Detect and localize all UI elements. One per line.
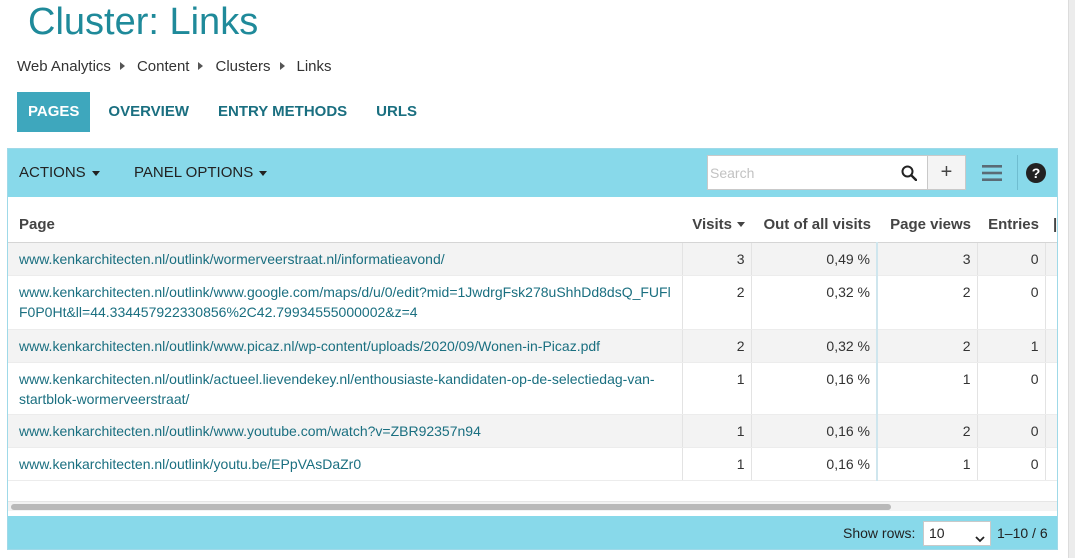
entries-cell: 1 [976, 329, 1045, 363]
breadcrumb-separator-icon [279, 62, 285, 70]
tab-bar: PAGES OVERVIEW ENTRY METHODS URLS [17, 92, 435, 132]
breadcrumb-separator-icon [119, 62, 125, 70]
table-row[interactable]: www.kenkarchitecten.nl/outlink/www.youtu… [8, 414, 1057, 448]
table-row[interactable]: www.kenkarchitecten.nl/outlink/actueel.l… [8, 362, 1057, 415]
search-input[interactable] [708, 156, 894, 189]
entries-cell: 0 [976, 362, 1045, 415]
search-icon[interactable] [901, 165, 918, 182]
breadcrumb-item-current: Links [296, 57, 332, 75]
breadcrumb-item[interactable]: Web Analytics [17, 58, 111, 75]
page-link[interactable]: www.kenkarchitecten.nl/outlink/www.youtu… [19, 423, 481, 439]
tab-overview[interactable]: OVERVIEW [97, 92, 200, 132]
actions-label: ACTIONS [19, 164, 86, 181]
breadcrumb-item[interactable]: Clusters [215, 58, 270, 75]
sort-desc-icon [737, 222, 745, 228]
entries-cell: 0 [976, 447, 1045, 481]
table-row[interactable]: www.kenkarchitecten.nl/outlink/wormervee… [8, 242, 1057, 276]
page-views-cell: 3 [876, 242, 977, 276]
panel-options-menu-button[interactable]: PANEL OPTIONS [134, 149, 268, 197]
tab-pages[interactable]: PAGES [17, 92, 91, 132]
show-rows-label: Show rows: [843, 525, 916, 541]
page-link[interactable]: www.kenkarchitecten.nl/outlink/youtu.be/… [19, 456, 361, 472]
page-cell: www.kenkarchitecten.nl/outlink/actueel.l… [8, 362, 682, 415]
panel-footer: Show rows: 10 1–10 / 6 [8, 516, 1057, 549]
share-cell: 0,16 % [750, 447, 877, 481]
visits-cell: 2 [681, 275, 751, 330]
share-cell: 0,32 % [750, 329, 877, 363]
column-header-truncated: | [1045, 207, 1057, 243]
svg-text:?: ? [1032, 165, 1041, 181]
overflow-cell [1044, 447, 1057, 481]
pagination-range: 1–10 / 6 [997, 525, 1048, 541]
chevron-down-icon [975, 528, 985, 543]
overflow-cell [1044, 362, 1057, 415]
help-icon[interactable]: ? [1025, 162, 1047, 184]
tab-entry-methods[interactable]: ENTRY METHODS [207, 92, 358, 132]
page-title: Cluster: Links [28, 1, 259, 43]
breadcrumb-separator-icon [198, 62, 204, 70]
panel-toolbar: ACTIONS PANEL OPTIONS + [8, 149, 1057, 197]
column-header-page-views[interactable]: Page views [877, 207, 977, 243]
page-link[interactable]: www.kenkarchitecten.nl/outlink/www.picaz… [19, 338, 600, 354]
rows-per-page-select[interactable]: 10 [923, 521, 991, 546]
share-cell: 0,16 % [750, 414, 877, 448]
page-views-cell: 2 [876, 414, 977, 448]
visits-cell: 1 [681, 362, 751, 415]
page-cell: www.kenkarchitecten.nl/outlink/www.picaz… [8, 329, 682, 363]
tab-urls[interactable]: URLS [365, 92, 428, 132]
page-link[interactable]: www.kenkarchitecten.nl/outlink/actueel.l… [19, 371, 655, 407]
pages-table: Page Visits Out of all visits Page views… [8, 207, 1057, 481]
table-row[interactable]: www.kenkarchitecten.nl/outlink/www.picaz… [8, 329, 1057, 363]
table-header-row: Page Visits Out of all visits Page views… [8, 207, 1057, 243]
list-icon[interactable] [980, 162, 1004, 184]
column-header-visits[interactable]: Visits [682, 207, 751, 243]
share-cell: 0,49 % [750, 242, 877, 276]
column-header-page[interactable]: Page [8, 207, 682, 243]
page-cell: www.kenkarchitecten.nl/outlink/www.youtu… [8, 414, 682, 448]
caret-down-icon [259, 170, 268, 176]
entries-cell: 0 [976, 414, 1045, 448]
breadcrumb: Web Analytics Content Clusters Links [17, 56, 332, 76]
scrollbar-thumb[interactable] [11, 504, 891, 510]
visits-cell: 1 [681, 414, 751, 448]
overflow-cell [1044, 329, 1057, 363]
window-scrollbar[interactable] [1068, 0, 1075, 558]
page-views-cell: 1 [876, 447, 977, 481]
breadcrumb-item[interactable]: Content [137, 58, 190, 75]
entries-cell: 0 [976, 275, 1045, 330]
panel-options-label: PANEL OPTIONS [134, 164, 254, 181]
visits-cell: 3 [681, 242, 751, 276]
page-views-cell: 1 [876, 362, 977, 415]
table-row[interactable]: www.kenkarchitecten.nl/outlink/youtu.be/… [8, 447, 1057, 481]
rows-per-page-value: 10 [929, 525, 945, 541]
page-cell: www.kenkarchitecten.nl/outlink/www.googl… [8, 275, 682, 330]
toolbar-divider [1017, 155, 1018, 190]
table-row[interactable]: www.kenkarchitecten.nl/outlink/www.googl… [8, 275, 1057, 330]
visits-cell: 1 [681, 447, 751, 481]
page-views-cell: 2 [876, 329, 977, 363]
page-cell: www.kenkarchitecten.nl/outlink/youtu.be/… [8, 447, 682, 481]
overflow-cell [1044, 242, 1057, 276]
caret-down-icon [91, 170, 100, 176]
search-box [707, 155, 928, 190]
share-cell: 0,16 % [750, 362, 877, 415]
visits-cell: 2 [681, 329, 751, 363]
page-link[interactable]: www.kenkarchitecten.nl/outlink/wormervee… [19, 251, 445, 267]
actions-menu-button[interactable]: ACTIONS [19, 149, 100, 197]
overflow-cell [1044, 414, 1057, 448]
share-cell: 0,32 % [750, 275, 877, 330]
overflow-cell [1044, 275, 1057, 330]
column-header-entries[interactable]: Entries [977, 207, 1045, 243]
entries-cell: 0 [976, 242, 1045, 276]
add-button[interactable]: + [928, 155, 966, 190]
page-cell: www.kenkarchitecten.nl/outlink/wormervee… [8, 242, 682, 276]
report-panel: ACTIONS PANEL OPTIONS + [7, 148, 1058, 550]
page-views-cell: 2 [876, 275, 977, 330]
page-link[interactable]: www.kenkarchitecten.nl/outlink/www.googl… [19, 284, 671, 320]
column-header-out-of-all-visits[interactable]: Out of all visits [751, 207, 877, 243]
horizontal-scrollbar[interactable] [8, 501, 1057, 511]
